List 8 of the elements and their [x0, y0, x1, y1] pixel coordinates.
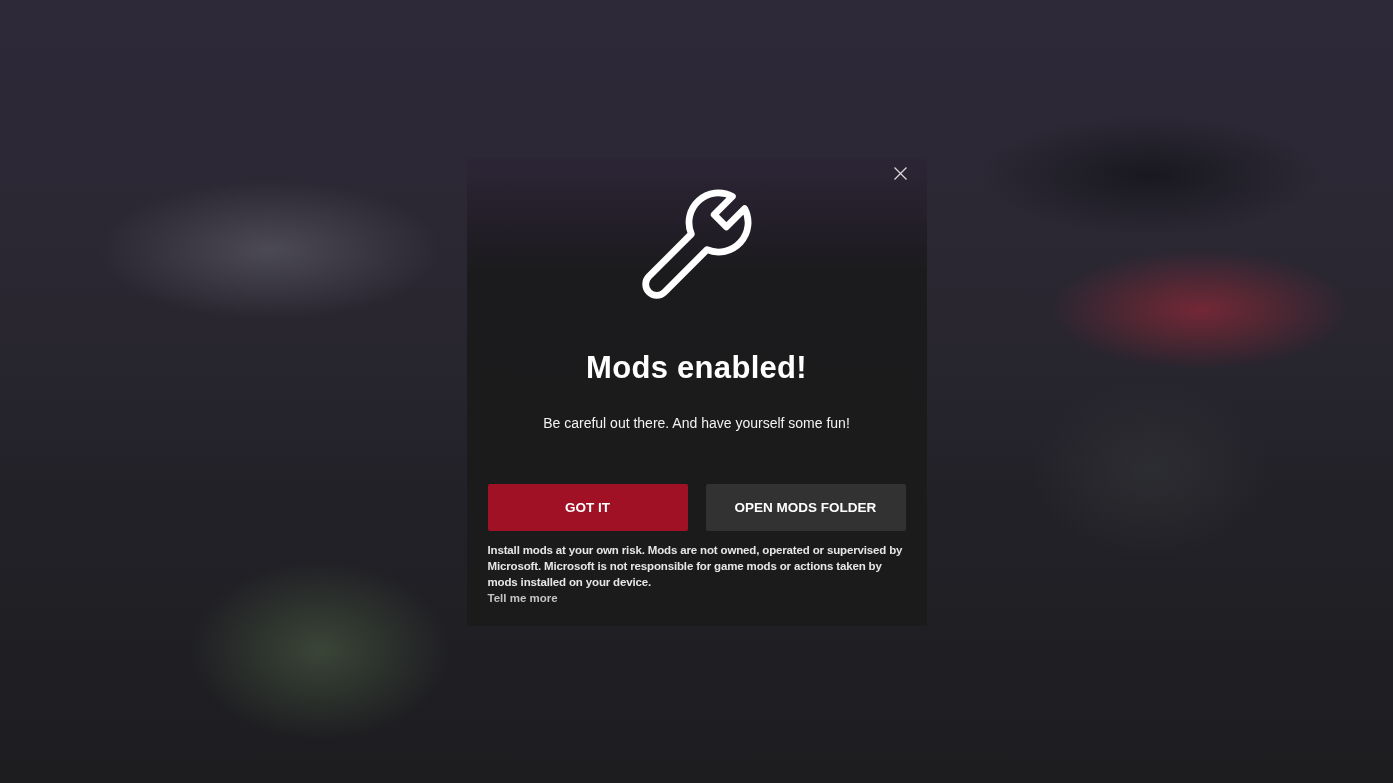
wrench-icon [640, 187, 753, 300]
confirm-button[interactable]: GOT IT [487, 483, 688, 531]
open-folder-button[interactable]: OPEN MODS FOLDER [705, 483, 906, 531]
disclaimer-text: Install mods at your own risk. Mods are not owned, operated or supervised by Microsoft. Microsoft is not responsible for game mods or actions taken by mods installed on your device. [487, 542, 904, 590]
dialog-message: Be careful out there. And have yourself some fun! [543, 413, 850, 433]
close-icon [894, 167, 907, 180]
tell-me-more-link[interactable]: Tell me more [487, 589, 558, 606]
dialog-title: Mods enabled! [586, 348, 807, 387]
